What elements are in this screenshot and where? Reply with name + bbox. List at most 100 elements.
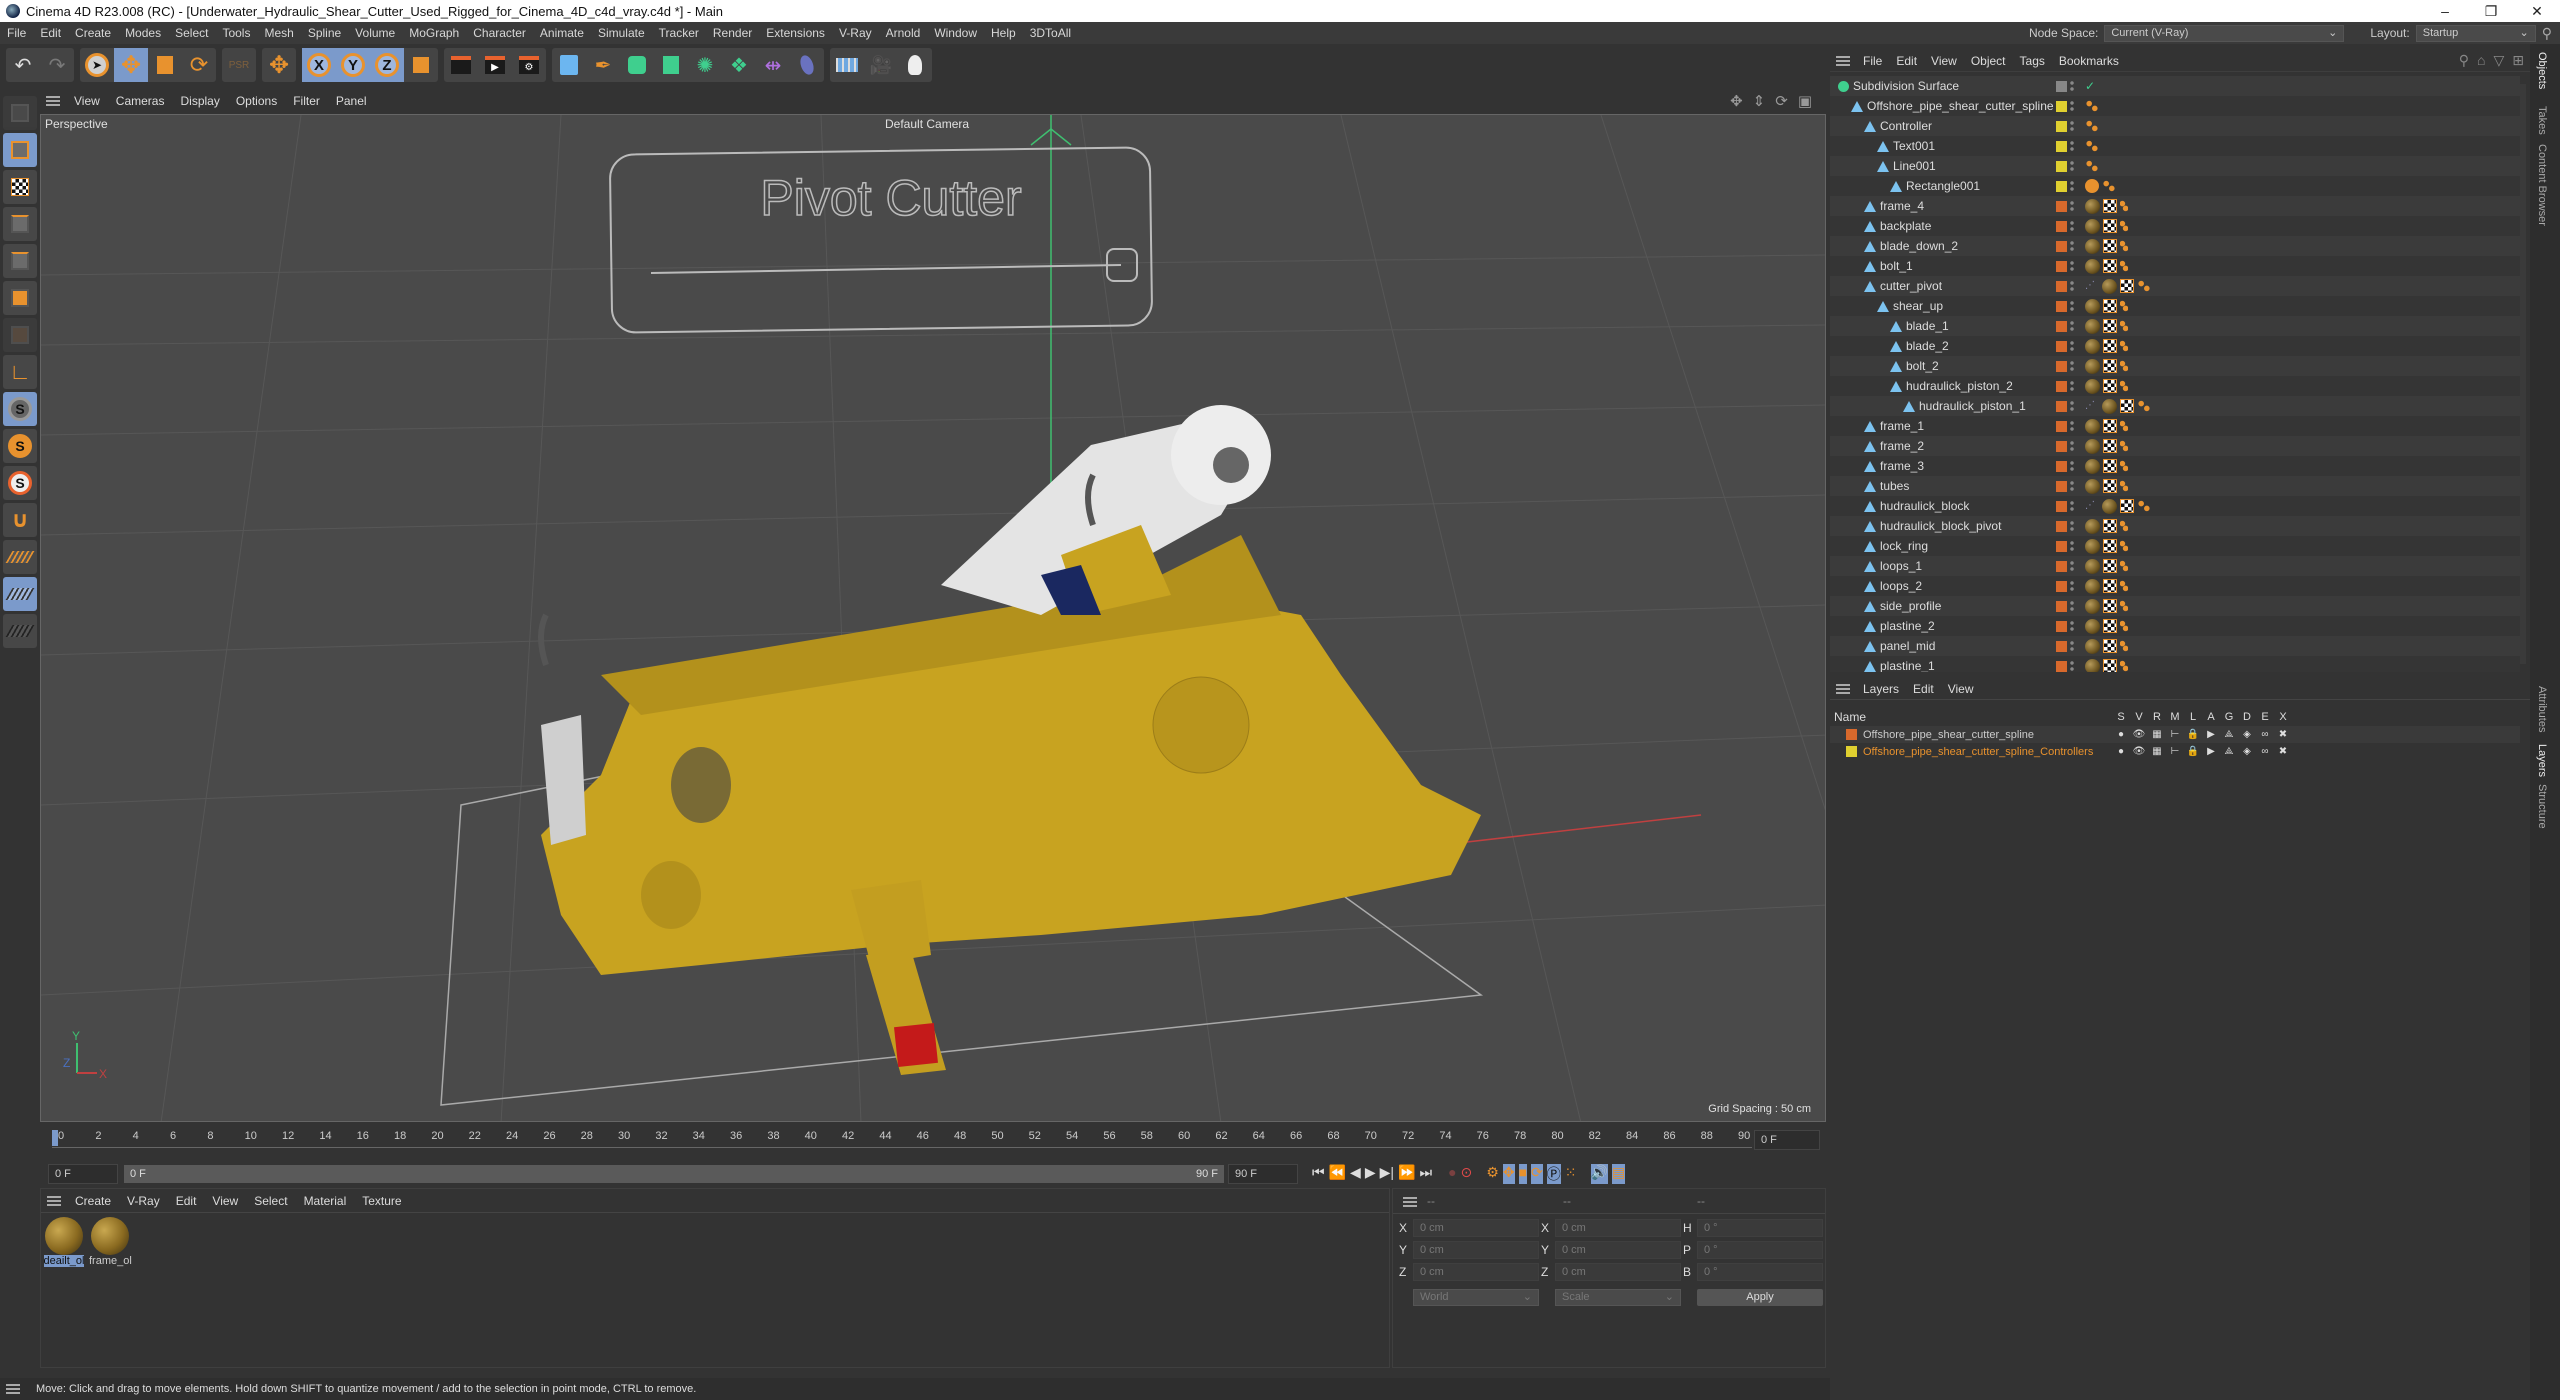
autokey-button[interactable]: ⊙ [1461, 1164, 1473, 1184]
object-row[interactable]: Text001 [1830, 136, 2520, 156]
layer-color-swatch[interactable] [2056, 300, 2067, 312]
material-swatch[interactable]: frame_ol [89, 1215, 132, 1267]
generator-icon[interactable]: ⟁ [2220, 746, 2238, 757]
object-row[interactable]: blade_1 [1830, 316, 2520, 336]
layer-color-swatch[interactable] [2056, 140, 2067, 152]
object-row[interactable]: bolt_1 [1830, 256, 2520, 276]
visibility-dots-icon[interactable] [2070, 620, 2074, 632]
layer-color-swatch[interactable] [2056, 420, 2067, 432]
visibility-dots-icon[interactable] [2070, 460, 2074, 472]
layer-column-header[interactable]: A [2202, 711, 2220, 723]
minimize-button[interactable]: – [2422, 3, 2468, 20]
pan-view-icon[interactable]: ✥ [1730, 92, 1743, 110]
home-icon[interactable]: ⌂ [2477, 52, 2485, 69]
render-icon[interactable]: ▦ [2148, 729, 2166, 740]
live-selection-button[interactable]: ➤ [80, 48, 114, 82]
filter-icon[interactable]: ▽ [2493, 52, 2504, 69]
scale-tool-button[interactable] [148, 48, 182, 82]
object-menu-view[interactable]: View [1924, 54, 1964, 68]
object-tree-scrollbar[interactable] [2520, 84, 2526, 664]
play-button[interactable]: ▶ [1365, 1164, 1376, 1184]
menu-mograph[interactable]: MoGraph [402, 26, 466, 40]
axis-mode-button[interactable]: ∟ [3, 355, 37, 389]
visibility-dots-icon[interactable] [2070, 580, 2074, 592]
object-row[interactable]: frame_2 [1830, 436, 2520, 456]
object-row[interactable]: plastine_2 [1830, 616, 2520, 636]
deformer-button[interactable]: ⇹ [756, 48, 790, 82]
animation-icon[interactable]: ▶ [2202, 746, 2220, 757]
layer-row[interactable]: Offshore_pipe_shear_cutter_spline_Contro… [1830, 743, 2520, 760]
layer-menu-edit[interactable]: Edit [1906, 682, 1941, 696]
rotate-tool-button[interactable]: ⟳ [182, 48, 216, 82]
expression-icon[interactable]: ∞ [2256, 746, 2274, 757]
layer-color-swatch[interactable] [2056, 440, 2067, 452]
object-row[interactable]: hudraulick_block ⋰ [1830, 496, 2520, 516]
node-space-dropdown[interactable]: Current (V-Ray) ⌄ [2104, 24, 2345, 42]
menu-modes[interactable]: Modes [118, 26, 168, 40]
transform-mode-dropdown[interactable]: Scale ⌄ [1555, 1289, 1681, 1306]
locked-workplane-button[interactable] [3, 577, 37, 611]
coordinate-system-button[interactable] [404, 48, 438, 82]
size-y-field[interactable]: 0 cm [1555, 1241, 1681, 1259]
start-frame-field[interactable]: 0 F [48, 1164, 118, 1184]
tab-layers[interactable]: Layers [2536, 744, 2548, 777]
snap-button[interactable]: ∪ [3, 503, 37, 537]
polygons-mode-button[interactable] [3, 281, 37, 315]
object-row[interactable]: bolt_2 [1830, 356, 2520, 376]
visibility-dots-icon[interactable] [2070, 340, 2074, 352]
layer-column-header[interactable]: X [2274, 711, 2292, 723]
close-button[interactable]: ✕ [2514, 3, 2560, 20]
tab-takes[interactable]: Takes [2536, 106, 2548, 135]
visibility-dots-icon[interactable] [2070, 480, 2074, 492]
menu-arnold[interactable]: Arnold [879, 26, 928, 40]
visibility-dots-icon[interactable] [2070, 500, 2074, 512]
record-button[interactable]: ● [1448, 1164, 1456, 1184]
edges-mode-button[interactable] [3, 244, 37, 278]
lock-icon[interactable]: 🔒 [2184, 729, 2202, 740]
hamburger-icon[interactable] [6, 1384, 20, 1394]
key-scale-button[interactable]: ■ [1518, 1164, 1528, 1184]
layer-color-swatch[interactable] [2056, 480, 2067, 492]
layer-menu-layers[interactable]: Layers [1856, 682, 1906, 696]
viewport-menu-options[interactable]: Options [228, 94, 285, 108]
texture-mode-button[interactable] [3, 170, 37, 204]
menu-tools[interactable]: Tools [215, 26, 257, 40]
visibility-dots-icon[interactable] [2070, 220, 2074, 232]
layer-color-swatch[interactable] [2056, 100, 2067, 112]
rot-p-field[interactable]: 0 ° [1697, 1241, 1823, 1259]
material-swatch[interactable]: deailt_ol [43, 1215, 85, 1267]
visibility-dots-icon[interactable] [2070, 540, 2074, 552]
visibility-dots-icon[interactable] [2070, 80, 2074, 92]
object-row[interactable]: frame_3 [1830, 456, 2520, 476]
size-z-field[interactable]: 0 cm [1555, 1263, 1681, 1281]
menu-edit[interactable]: Edit [33, 26, 68, 40]
menu-spline[interactable]: Spline [301, 26, 348, 40]
transform-button[interactable]: ✥ [262, 48, 296, 82]
menu-create[interactable]: Create [68, 26, 118, 40]
expression-icon[interactable]: ∞ [2256, 729, 2274, 740]
object-row[interactable]: cutter_pivot ⋰ [1830, 276, 2520, 296]
previous-frame-button[interactable]: ◀ [1350, 1164, 1361, 1184]
solo-single-button[interactable]: S [3, 429, 37, 463]
visibility-dots-icon[interactable] [2070, 300, 2074, 312]
rotate-view-icon[interactable]: ⟳ [1775, 92, 1788, 110]
camera-label[interactable]: Default Camera [885, 117, 969, 131]
animation-icon[interactable]: ▶ [2202, 729, 2220, 740]
timeline-window-button[interactable]: ▤ [1611, 1164, 1626, 1184]
layer-color-swatch[interactable] [2056, 580, 2067, 592]
search-icon[interactable]: ⚲ [2459, 52, 2469, 69]
visibility-dots-icon[interactable] [2070, 180, 2074, 192]
visibility-dots-icon[interactable] [2070, 560, 2074, 572]
layer-color-swatch[interactable] [2056, 620, 2067, 632]
object-row[interactable]: loops_1 [1830, 556, 2520, 576]
end-frame-field[interactable]: 90 F [1228, 1164, 1298, 1184]
layer-color-swatch[interactable] [2056, 600, 2067, 612]
cloner-button[interactable]: ✺ [688, 48, 722, 82]
manager-icon[interactable]: ⊢ [2166, 729, 2184, 740]
redo-button[interactable]: ↷ [40, 48, 74, 82]
layer-color-swatch[interactable] [2056, 180, 2067, 192]
hamburger-icon[interactable] [47, 1195, 61, 1206]
layer-column-header[interactable]: S [2112, 711, 2130, 723]
layer-color-swatch[interactable] [2056, 360, 2067, 372]
menu-extensions[interactable]: Extensions [759, 26, 832, 40]
